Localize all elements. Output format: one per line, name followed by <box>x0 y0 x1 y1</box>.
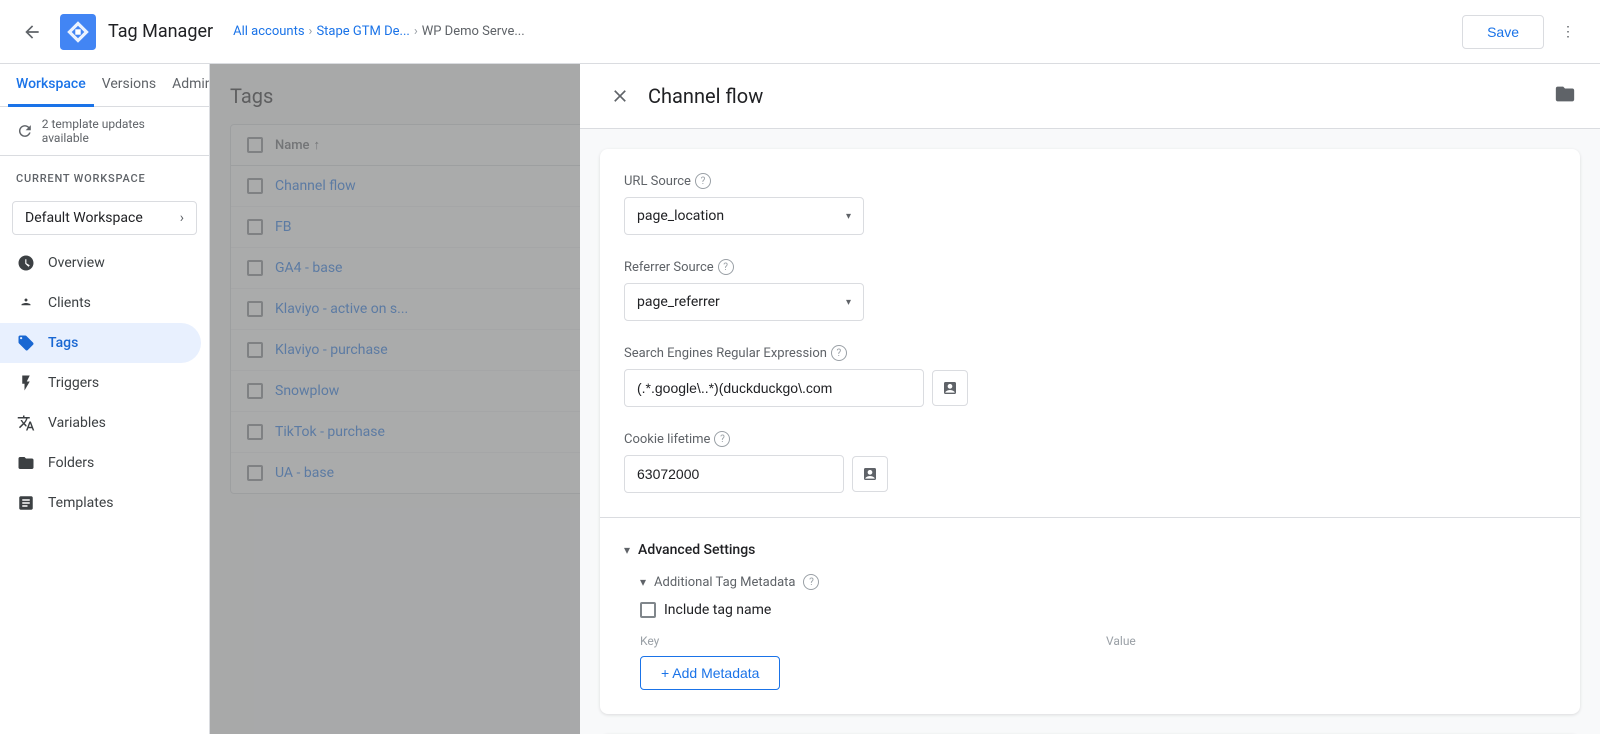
search-engines-help-icon[interactable]: ? <box>831 345 847 361</box>
app-title: Tag Manager <box>108 21 213 42</box>
sidebar-nav: Overview Clients Tags Triggers <box>0 243 209 523</box>
gtm-logo-icon <box>60 14 96 50</box>
cookie-lifetime-help-icon[interactable]: ? <box>714 431 730 447</box>
search-engines-field: Search Engines Regular Expression ? <box>624 345 1556 407</box>
advanced-settings-chevron-icon: ▾ <box>624 543 630 557</box>
sidebar-item-clients-label: Clients <box>48 295 91 311</box>
clock-icon <box>16 253 36 273</box>
url-source-chevron-icon: ▾ <box>846 211 851 222</box>
cookie-lifetime-field: Cookie lifetime ? <box>624 431 1556 493</box>
referrer-source-value: page_referrer <box>637 294 720 310</box>
metadata-chevron-icon: ▾ <box>640 575 646 589</box>
breadcrumb-account[interactable]: Stape GTM De... <box>316 24 409 39</box>
url-source-select[interactable]: page_location ▾ <box>624 197 864 235</box>
additional-metadata-section: ▾ Additional Tag Metadata ? Include tag … <box>640 574 1556 690</box>
sidebar-item-triggers[interactable]: Triggers <box>0 363 201 403</box>
tab-versions[interactable]: Versions <box>94 64 164 107</box>
advanced-settings-section: ▾ Advanced Settings ▾ Additional Tag Met… <box>624 542 1556 690</box>
breadcrumb-sep2: › <box>414 24 418 39</box>
cookie-lifetime-picker-button[interactable] <box>852 456 888 492</box>
search-engines-input[interactable] <box>624 369 924 407</box>
tab-admin[interactable]: Admin <box>164 64 210 107</box>
variable-icon <box>16 413 36 433</box>
template-icon <box>16 493 36 513</box>
referrer-source-field: Referrer Source ? page_referrer ▾ <box>624 259 1556 321</box>
sidebar-item-triggers-label: Triggers <box>48 375 99 391</box>
sidebar-item-overview-label: Overview <box>48 255 105 271</box>
person-icon <box>16 293 36 313</box>
divider <box>600 517 1580 518</box>
sidebar-item-templates[interactable]: Templates <box>0 483 201 523</box>
advanced-settings-toggle[interactable]: ▾ Advanced Settings <box>624 542 1556 558</box>
url-source-label: URL Source ? <box>624 173 1556 189</box>
search-engines-label: Search Engines Regular Expression ? <box>624 345 1556 361</box>
sidebar-item-tags[interactable]: Tags <box>0 323 201 363</box>
url-source-value: page_location <box>637 208 724 224</box>
breadcrumb-sep1: › <box>309 24 313 39</box>
panel-folder-icon[interactable] <box>1554 83 1576 109</box>
panel-header: Channel flow <box>580 64 1600 129</box>
config-card: URL Source ? page_location ▾ Referrer So… <box>600 149 1580 714</box>
url-source-help-icon[interactable]: ? <box>695 173 711 189</box>
metadata-table-header: Key Value <box>640 634 1556 648</box>
meta-key-header: Key <box>640 634 1090 648</box>
sidebar-item-templates-label: Templates <box>48 495 114 511</box>
search-engines-picker-button[interactable] <box>932 370 968 406</box>
additional-metadata-label: Additional Tag Metadata <box>654 575 795 590</box>
meta-value-header: Value <box>1106 634 1556 648</box>
topbar-right: Save ⋮ <box>1462 15 1584 49</box>
search-engines-input-row <box>624 369 1556 407</box>
sidebar-item-tags-label: Tags <box>48 335 78 351</box>
workspace-name: Default Workspace <box>25 210 143 226</box>
main-content: Tags Name ↑ Channel flow FB <box>210 64 1600 734</box>
sidebar-item-variables[interactable]: Variables <box>0 403 201 443</box>
panel-close-button[interactable] <box>604 80 636 112</box>
save-button[interactable]: Save <box>1462 15 1544 49</box>
back-button[interactable] <box>16 16 48 48</box>
edit-panel: Channel flow URL Source ? page_locat <box>580 64 1600 734</box>
breadcrumb-container: WP Demo Serve... <box>422 24 525 39</box>
update-banner-text: 2 template updates available <box>42 117 193 145</box>
add-metadata-button[interactable]: + Add Metadata <box>640 656 780 690</box>
workspace-selector[interactable]: Default Workspace › <box>12 201 197 235</box>
sidebar-item-folders[interactable]: Folders <box>0 443 201 483</box>
layout: Workspace Versions Admin 2 template upda… <box>0 64 1600 734</box>
sidebar-section-label: CURRENT WORKSPACE <box>0 156 209 193</box>
sidebar-tabs: Workspace Versions Admin <box>0 64 209 107</box>
update-banner[interactable]: 2 template updates available <box>0 107 209 156</box>
include-tag-name-row: Include tag name <box>640 602 1556 618</box>
additional-metadata-help-icon[interactable]: ? <box>803 574 819 590</box>
sidebar-item-overview[interactable]: Overview <box>0 243 201 283</box>
cookie-lifetime-input-row <box>624 455 1556 493</box>
additional-metadata-toggle[interactable]: ▾ Additional Tag Metadata ? <box>640 574 1556 590</box>
sidebar: Workspace Versions Admin 2 template upda… <box>0 64 210 734</box>
sidebar-item-clients[interactable]: Clients <box>0 283 201 323</box>
panel-title: Channel flow <box>648 84 1542 108</box>
sidebar-item-folders-label: Folders <box>48 455 94 471</box>
advanced-settings-label: Advanced Settings <box>638 542 755 558</box>
include-tag-name-label: Include tag name <box>664 602 771 618</box>
folder-icon <box>16 453 36 473</box>
cookie-lifetime-input[interactable] <box>624 455 844 493</box>
card-body: URL Source ? page_location ▾ Referrer So… <box>600 149 1580 714</box>
breadcrumb: All accounts › Stape GTM De... › WP Demo… <box>233 24 1450 39</box>
refresh-icon <box>16 122 34 140</box>
include-tag-name-checkbox[interactable] <box>640 602 656 618</box>
cookie-lifetime-label: Cookie lifetime ? <box>624 431 1556 447</box>
tab-workspace[interactable]: Workspace <box>8 64 94 107</box>
tag-icon <box>16 333 36 353</box>
breadcrumb-all-accounts[interactable]: All accounts <box>233 24 304 39</box>
referrer-source-help-icon[interactable]: ? <box>718 259 734 275</box>
referrer-source-chevron-icon: ▾ <box>846 297 851 308</box>
referrer-source-label: Referrer Source ? <box>624 259 1556 275</box>
referrer-source-select[interactable]: page_referrer ▾ <box>624 283 864 321</box>
url-source-field: URL Source ? page_location ▾ <box>624 173 1556 235</box>
more-options-button[interactable]: ⋮ <box>1552 16 1584 48</box>
sidebar-item-variables-label: Variables <box>48 415 106 431</box>
topbar: Tag Manager All accounts › Stape GTM De.… <box>0 0 1600 64</box>
workspace-chevron-icon: › <box>180 210 184 226</box>
lightning-icon <box>16 373 36 393</box>
